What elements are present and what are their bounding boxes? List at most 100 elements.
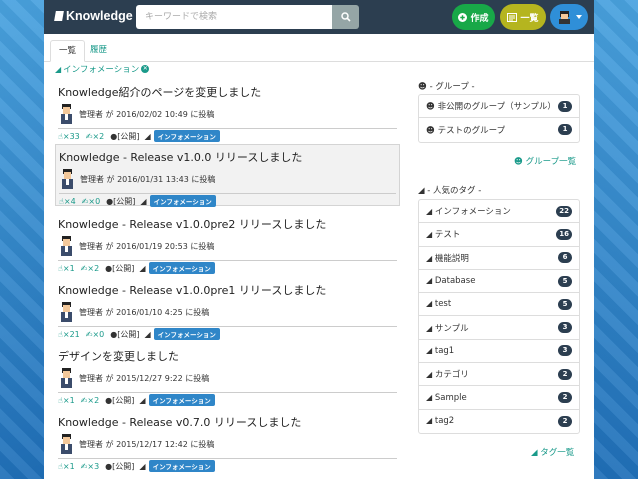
tag-item[interactable]: ◢ テスト 16: [419, 223, 579, 247]
group-list-link[interactable]: ☻ グループ一覧: [514, 155, 576, 167]
tag-icon: ◢: [426, 416, 433, 426]
avatar-icon: [62, 169, 73, 189]
count-badge: 22: [556, 205, 572, 217]
tab-list[interactable]: 一覧: [50, 40, 86, 62]
tag-icon: ◢: [426, 299, 433, 309]
tag-icon: ◢: [426, 207, 433, 217]
users-icon: ☻: [426, 102, 435, 113]
tab-history[interactable]: 履歴: [82, 40, 115, 62]
tag-badge[interactable]: インフォメーション: [148, 394, 215, 406]
item-title[interactable]: Knowledge - Release v1.0.0pre1 リリースしました: [58, 282, 326, 298]
count-badge: 16: [556, 228, 572, 240]
avatar-icon: [61, 236, 72, 256]
clear-filter-icon[interactable]: ✕: [141, 65, 150, 73]
tag-list-link[interactable]: ◢ タグ一覧: [531, 446, 574, 458]
visibility-label: ●[公開]: [105, 263, 135, 273]
users-icon: ☻: [426, 125, 435, 136]
list-item[interactable]: Knowledge - Release v1.0.0 リリースしました 管理者 …: [55, 144, 400, 207]
divider: [58, 458, 397, 459]
like-count[interactable]: ☝×21: [58, 330, 80, 339]
tag-item[interactable]: ◢ Sample 2: [419, 386, 579, 410]
tag-item[interactable]: ◢ カテゴリ 2: [419, 363, 579, 387]
list-icon: [507, 12, 518, 22]
brand-name: Knowledge: [66, 9, 133, 23]
tag-badge[interactable]: インフォメーション: [149, 195, 216, 207]
count-badge: 3: [558, 345, 572, 357]
count-badge: 2: [558, 392, 572, 404]
tag-icon: ◢: [426, 370, 433, 380]
item-meta: 管理者 が 2016/01/10 4:25 に投稿: [79, 308, 210, 317]
tags-icon: ◢: [139, 263, 146, 273]
count-badge: 3: [558, 322, 572, 334]
tab-bar: 一覧 履歴: [44, 40, 594, 62]
tag-badge[interactable]: インフォメーション: [148, 460, 215, 472]
item-title[interactable]: Knowledge紹介のページを変更しました: [58, 84, 261, 100]
users-icon: ☻: [514, 157, 523, 167]
tag-item[interactable]: ◢ tag2 2: [419, 410, 579, 433]
tags-icon: ◢: [418, 186, 425, 196]
comment-count[interactable]: ✍×3: [81, 462, 100, 471]
avatar-icon: [61, 104, 72, 124]
list-label: 一覧: [520, 13, 539, 24]
tag-icon: ◢: [426, 392, 433, 402]
divider: [58, 326, 397, 327]
tags-icon: ◢: [140, 196, 147, 206]
comment-count[interactable]: ✍×0: [86, 330, 105, 339]
item-title[interactable]: Knowledge - Release v1.0.0pre2 リリースしました: [58, 216, 326, 232]
item-stats: ☝×1 ✍×3 ●[公開] ◢ インフォメーション: [58, 460, 215, 472]
tag-item[interactable]: ◢ インフォメーション 22: [419, 200, 579, 224]
like-count[interactable]: ☝×4: [59, 197, 76, 206]
tags-panel: ◢ インフォメーション 22 ◢ テスト 16 ◢ 機能説明 6 ◢ Database…: [418, 199, 580, 434]
tag-item[interactable]: ◢ サンプル 3: [419, 316, 579, 340]
like-count[interactable]: ☝×33: [58, 132, 80, 141]
brand-logo[interactable]: Knowledge: [54, 9, 133, 23]
list-item[interactable]: Knowledge - Release v1.0.0pre2 リリースしました …: [55, 212, 400, 274]
group-item[interactable]: ☻ 非公開のグループ（サンプル） 1: [419, 95, 579, 119]
search-button[interactable]: [332, 5, 359, 29]
avatar-icon: [61, 368, 72, 388]
tag-icon: ◢: [426, 323, 433, 333]
list-item[interactable]: Knowledge紹介のページを変更しました 管理者 が 2016/02/02 …: [55, 80, 400, 142]
list-item[interactable]: デザインを変更しました 管理者 が 2015/12/27 9:22 に投稿 ☝×…: [55, 344, 400, 406]
tags-icon: ◢: [531, 448, 538, 458]
group-item[interactable]: ☻ テストのグループ 1: [419, 118, 579, 141]
tag-badge[interactable]: インフォメーション: [153, 130, 220, 142]
divider: [58, 260, 397, 261]
count-badge: 6: [558, 252, 572, 264]
search-input[interactable]: [136, 5, 332, 29]
item-meta: 管理者 が 2015/12/27 9:22 に投稿: [79, 374, 210, 383]
tag-item[interactable]: ◢ Database 5: [419, 270, 579, 294]
tag-badge[interactable]: インフォメーション: [153, 328, 220, 340]
comment-count[interactable]: ✍×0: [82, 197, 101, 206]
app-window: Knowledge 作成 一覧 一覧 履歴 ◢ インフォメーション ✕ Know…: [44, 0, 594, 479]
item-title[interactable]: Knowledge - Release v0.7.0 リリースしました: [58, 414, 301, 430]
item-stats: ☝×33 ✍×2 ●[公開] ◢ インフォメーション: [58, 130, 220, 142]
create-label: 作成: [470, 13, 489, 24]
create-button[interactable]: 作成: [452, 4, 495, 30]
like-count[interactable]: ☝×1: [58, 264, 75, 273]
item-meta: 管理者 が 2015/12/17 12:42 に投稿: [79, 440, 215, 449]
tag-icon: ◢: [426, 276, 433, 286]
like-count[interactable]: ☝×1: [58, 396, 75, 405]
item-title[interactable]: デザインを変更しました: [58, 348, 179, 364]
tags-icon: ◢: [139, 461, 146, 471]
comment-count[interactable]: ✍×2: [81, 264, 100, 273]
like-count[interactable]: ☝×1: [58, 462, 75, 471]
tag-item[interactable]: ◢ 機能説明 6: [419, 247, 579, 270]
list-item[interactable]: Knowledge - Release v1.0.0pre1 リリースしました …: [55, 278, 400, 340]
comment-count[interactable]: ✍×2: [86, 132, 105, 141]
avatar-icon: [61, 302, 72, 322]
list-item[interactable]: Knowledge - Release v0.7.0 リリースしました 管理者 …: [55, 410, 400, 472]
user-menu-button[interactable]: [550, 4, 588, 30]
tag-item[interactable]: ◢ test 5: [419, 293, 579, 317]
tag-filter-label: インフォメーション: [63, 65, 140, 75]
item-title[interactable]: Knowledge - Release v1.0.0 リリースしました: [59, 149, 302, 165]
tag-icon: ◢: [426, 230, 433, 240]
tag-filter: ◢ インフォメーション ✕: [55, 63, 150, 75]
tag-icon: ◢: [426, 345, 433, 355]
comment-count[interactable]: ✍×2: [81, 396, 100, 405]
tag-item[interactable]: ◢ tag1 3: [419, 340, 579, 364]
list-button[interactable]: 一覧: [500, 4, 546, 30]
divider: [58, 128, 397, 129]
tag-badge[interactable]: インフォメーション: [148, 262, 215, 274]
